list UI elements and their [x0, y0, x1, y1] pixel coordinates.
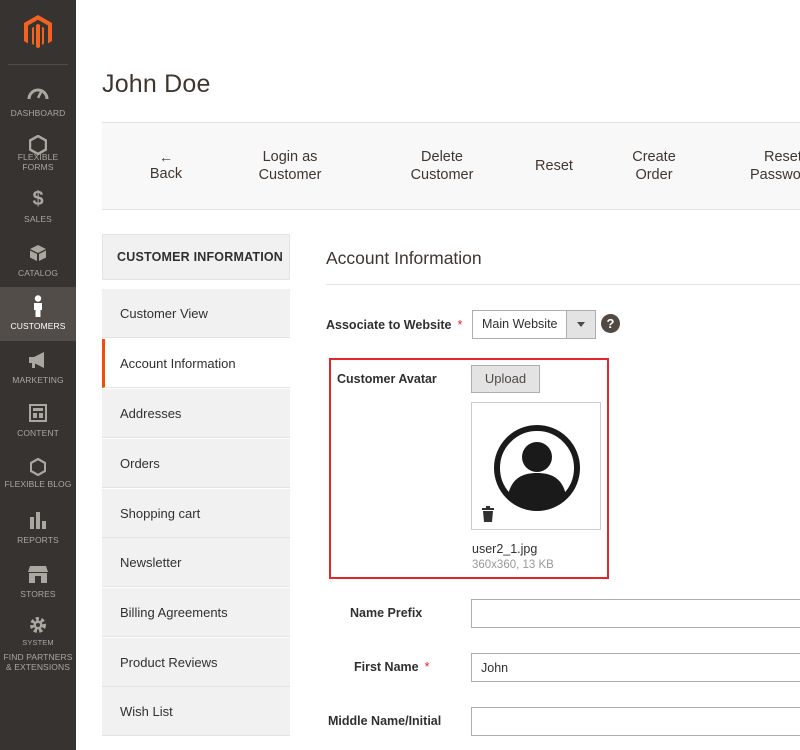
tab-orders[interactable]: Orders: [102, 439, 290, 488]
gear-icon: [0, 614, 76, 636]
customer-avatar-label: Customer Avatar: [337, 372, 437, 386]
section-title: Account Information: [326, 248, 482, 268]
menu-label: CATALOG: [17, 268, 59, 278]
dashboard-icon: [0, 82, 76, 104]
tab-newsletter[interactable]: Newsletter: [102, 538, 290, 587]
customer-information-tabs: CUSTOMER INFORMATION Customer View Accou…: [102, 234, 290, 736]
delete-customer-button[interactable]: Delete Customer: [394, 123, 490, 209]
menu-item-dashboard[interactable]: DASHBOARD: [0, 74, 76, 128]
menu-label: CUSTOMERS: [10, 321, 66, 331]
button-label-line: Reset: [764, 149, 800, 165]
associate-website-label: Associate to Website *: [326, 318, 462, 332]
button-label-line: Password: [750, 167, 800, 183]
login-as-customer-button[interactable]: Login as Customer: [242, 123, 338, 209]
menu-item-flexible-blog[interactable]: FLEXIBLE BLOG: [0, 448, 76, 502]
name-prefix-label: Name Prefix: [350, 606, 423, 620]
reset-button[interactable]: Reset: [526, 123, 582, 209]
menu-item-stores[interactable]: STORES: [0, 555, 76, 609]
middle-name-input[interactable]: [471, 707, 800, 736]
avatar-file-meta: 360x360, 13 KB: [472, 559, 554, 571]
admin-menu: DASHBOARD FLEXIBLE FORMS $ SALES CATALOG…: [0, 0, 76, 750]
required-mark: *: [457, 318, 463, 332]
page-actions-toolbar: ← Back Login as Customer Delete Customer…: [102, 122, 800, 210]
required-mark: *: [424, 660, 430, 674]
upload-button[interactable]: Upload: [471, 365, 540, 393]
menu-label: FLEXIBLE BLOG: [4, 479, 72, 489]
first-name-label: First Name *: [354, 660, 429, 674]
tab-account-information[interactable]: Account Information: [102, 339, 290, 388]
menu-item-system[interactable]: SYSTEM FIND PARTNERS & EXTENSIONS: [0, 608, 76, 672]
menu-label: SALES: [24, 214, 52, 224]
tab-customer-view[interactable]: Customer View: [102, 289, 290, 338]
avatar-file-name[interactable]: user2_1.jpg: [472, 542, 537, 556]
trash-icon[interactable]: [482, 506, 494, 522]
menu-label: FLEXIBLE FORMS: [17, 152, 59, 172]
back-label: Back: [149, 166, 183, 182]
user-avatar-icon: [494, 425, 580, 511]
menu-label: STORES: [20, 589, 56, 599]
store-icon: [0, 563, 76, 585]
middle-name-label: Middle Name/Initial: [328, 714, 442, 728]
menu-label: MARKETING: [12, 375, 64, 385]
name-prefix-input[interactable]: [471, 599, 800, 628]
button-label-line: Customer: [410, 167, 474, 183]
button-label-line: Order: [635, 167, 673, 183]
chevron-down-icon: [566, 311, 595, 338]
menu-item-flexible-forms[interactable]: FLEXIBLE FORMS: [0, 126, 76, 180]
menu-item-catalog[interactable]: CATALOG: [0, 234, 76, 288]
magento-logo[interactable]: [0, 0, 76, 64]
find-partners-label: FIND PARTNERS & EXTENSIONS: [3, 652, 73, 672]
button-label-line: Login as: [262, 149, 318, 165]
menu-label: CONTENT: [17, 428, 59, 438]
hexagon-icon: [0, 456, 76, 478]
tab-product-reviews[interactable]: Product Reviews: [102, 638, 290, 687]
tab-wish-list[interactable]: Wish List: [102, 687, 290, 736]
reset-password-button[interactable]: Reset Password: [748, 123, 800, 209]
menu-label: REPORTS: [17, 535, 59, 545]
menu-item-customers[interactable]: CUSTOMERS: [0, 287, 76, 341]
menu-label: DASHBOARD: [10, 108, 66, 118]
tab-billing-agreements[interactable]: Billing Agreements: [102, 588, 290, 637]
back-arrow-icon: ←: [159, 149, 173, 165]
label-text: First Name: [354, 660, 419, 674]
back-button[interactable]: ← Back: [136, 123, 196, 209]
menu-item-marketing[interactable]: MARKETING: [0, 341, 76, 395]
menu-item-reports[interactable]: REPORTS: [0, 501, 76, 555]
button-label-line: Delete: [421, 149, 463, 165]
section-divider: [326, 284, 800, 285]
dollar-icon: $: [32, 187, 44, 210]
create-order-button[interactable]: Create Order: [622, 123, 686, 209]
menu-item-content[interactable]: CONTENT: [0, 394, 76, 448]
avatar-preview: [471, 402, 601, 530]
label-text: Associate to Website: [326, 318, 452, 332]
associate-website-select[interactable]: Main Website: [472, 310, 596, 339]
box-icon: [0, 242, 76, 264]
tabs-title: CUSTOMER INFORMATION: [102, 234, 290, 280]
tab-shopping-cart[interactable]: Shopping cart: [102, 489, 290, 538]
person-icon: [0, 295, 76, 317]
bar-chart-icon: [0, 509, 76, 531]
menu-label: SYSTEM: [22, 638, 54, 646]
help-icon[interactable]: ?: [601, 314, 620, 333]
select-value: Main Website: [482, 317, 558, 331]
tab-addresses[interactable]: Addresses: [102, 389, 290, 438]
megaphone-icon: [0, 349, 76, 371]
button-label-line: Create: [632, 149, 676, 165]
layout-icon: [0, 402, 76, 424]
menu-divider: [8, 64, 68, 65]
button-label: Reset: [535, 158, 573, 174]
menu-item-sales[interactable]: $ SALES: [0, 180, 76, 234]
button-label-line: Customer: [258, 167, 322, 183]
first-name-input[interactable]: [471, 653, 800, 682]
page-title: John Doe: [102, 70, 211, 98]
